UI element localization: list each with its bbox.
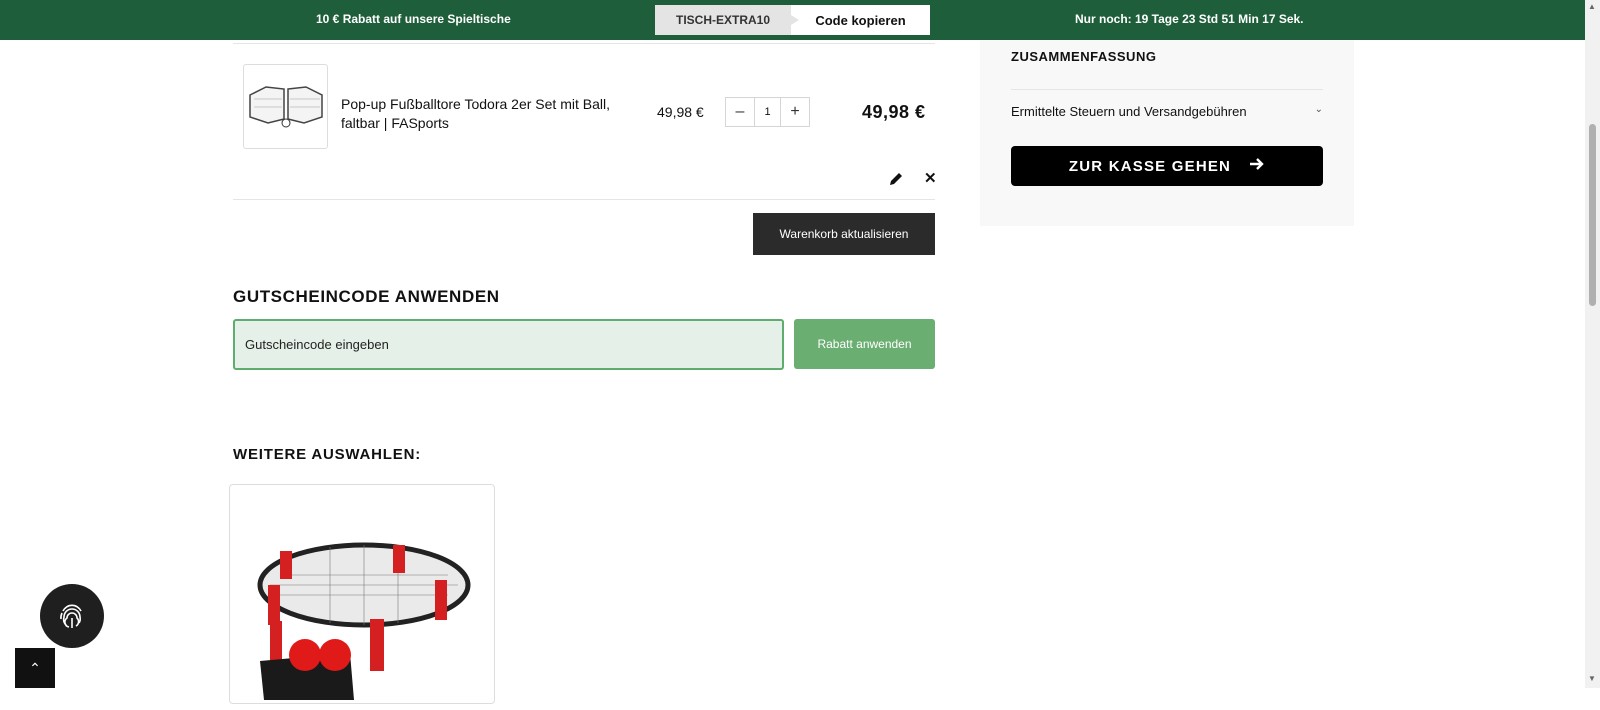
- product-image[interactable]: [243, 64, 328, 149]
- divider: [233, 199, 935, 200]
- minus-icon[interactable]: –: [726, 98, 754, 126]
- apply-coupon-button[interactable]: Rabatt anwenden: [794, 319, 935, 369]
- scrollbar[interactable]: ▲ ▼: [1585, 0, 1600, 688]
- coupon-title: GUTSCHEINCODE ANWENDEN: [233, 287, 500, 306]
- promo-countdown: Nur noch: 19 Tage 23 Std 51 Min 17 Sek.: [1075, 12, 1304, 26]
- checkout-button[interactable]: ZUR KASSE GEHEN: [1011, 146, 1323, 186]
- promo-code: TISCH-EXTRA10: [655, 5, 799, 35]
- quantity-value[interactable]: 1: [754, 98, 781, 126]
- scroll-down-arrow-icon[interactable]: ▼: [1588, 674, 1596, 683]
- product-image: [257, 542, 471, 700]
- pencil-icon[interactable]: [888, 171, 904, 187]
- product-name[interactable]: Pop-up Fußballtore Todora 2er Set mit Ba…: [341, 95, 611, 133]
- summary-title: ZUSAMMENFASSUNG: [1011, 49, 1157, 64]
- divider: [233, 43, 935, 44]
- coupon-input[interactable]: [233, 319, 784, 370]
- unit-price: 49,98 €: [657, 104, 704, 120]
- scroll-up-arrow-icon[interactable]: ▲: [1588, 2, 1596, 11]
- copy-code-button[interactable]: Code kopieren: [791, 5, 930, 35]
- scroll-to-top-button[interactable]: ⌃: [15, 648, 55, 688]
- plus-icon[interactable]: +: [781, 98, 809, 126]
- scroll-thumb[interactable]: [1589, 124, 1596, 306]
- promo-code-box: TISCH-EXTRA10 Code kopieren: [655, 5, 930, 35]
- recommended-product-card[interactable]: [229, 484, 495, 704]
- close-icon[interactable]: ✕: [924, 169, 937, 187]
- fingerprint-icon[interactable]: [40, 584, 104, 648]
- update-cart-button[interactable]: Warenkorb aktualisieren: [753, 213, 935, 255]
- promo-bar: 10 € Rabatt auf unsere Spieltische TISCH…: [0, 0, 1585, 40]
- promo-text: 10 € Rabatt auf unsere Spieltische: [316, 12, 511, 26]
- taxes-shipping-toggle[interactable]: Ermittelte Steuern und Versandgebühren ⌄: [1011, 104, 1323, 119]
- checkout-label: ZUR KASSE GEHEN: [1068, 157, 1232, 175]
- line-total: 49,98 €: [862, 102, 926, 122]
- more-selections-title: WEITERE AUSWAHLEN:: [233, 446, 422, 463]
- divider: [1011, 89, 1323, 90]
- quantity-stepper: – 1 +: [725, 97, 810, 127]
- order-summary: ZUSAMMENFASSUNG Ermittelte Steuern und V…: [980, 40, 1354, 226]
- chevron-down-icon: ⌄: [1314, 104, 1323, 115]
- taxes-shipping-label: Ermittelte Steuern und Versandgebühren: [1011, 104, 1247, 119]
- arrow-right-icon: [1249, 157, 1265, 175]
- chevron-up-icon: ⌃: [29, 659, 41, 676]
